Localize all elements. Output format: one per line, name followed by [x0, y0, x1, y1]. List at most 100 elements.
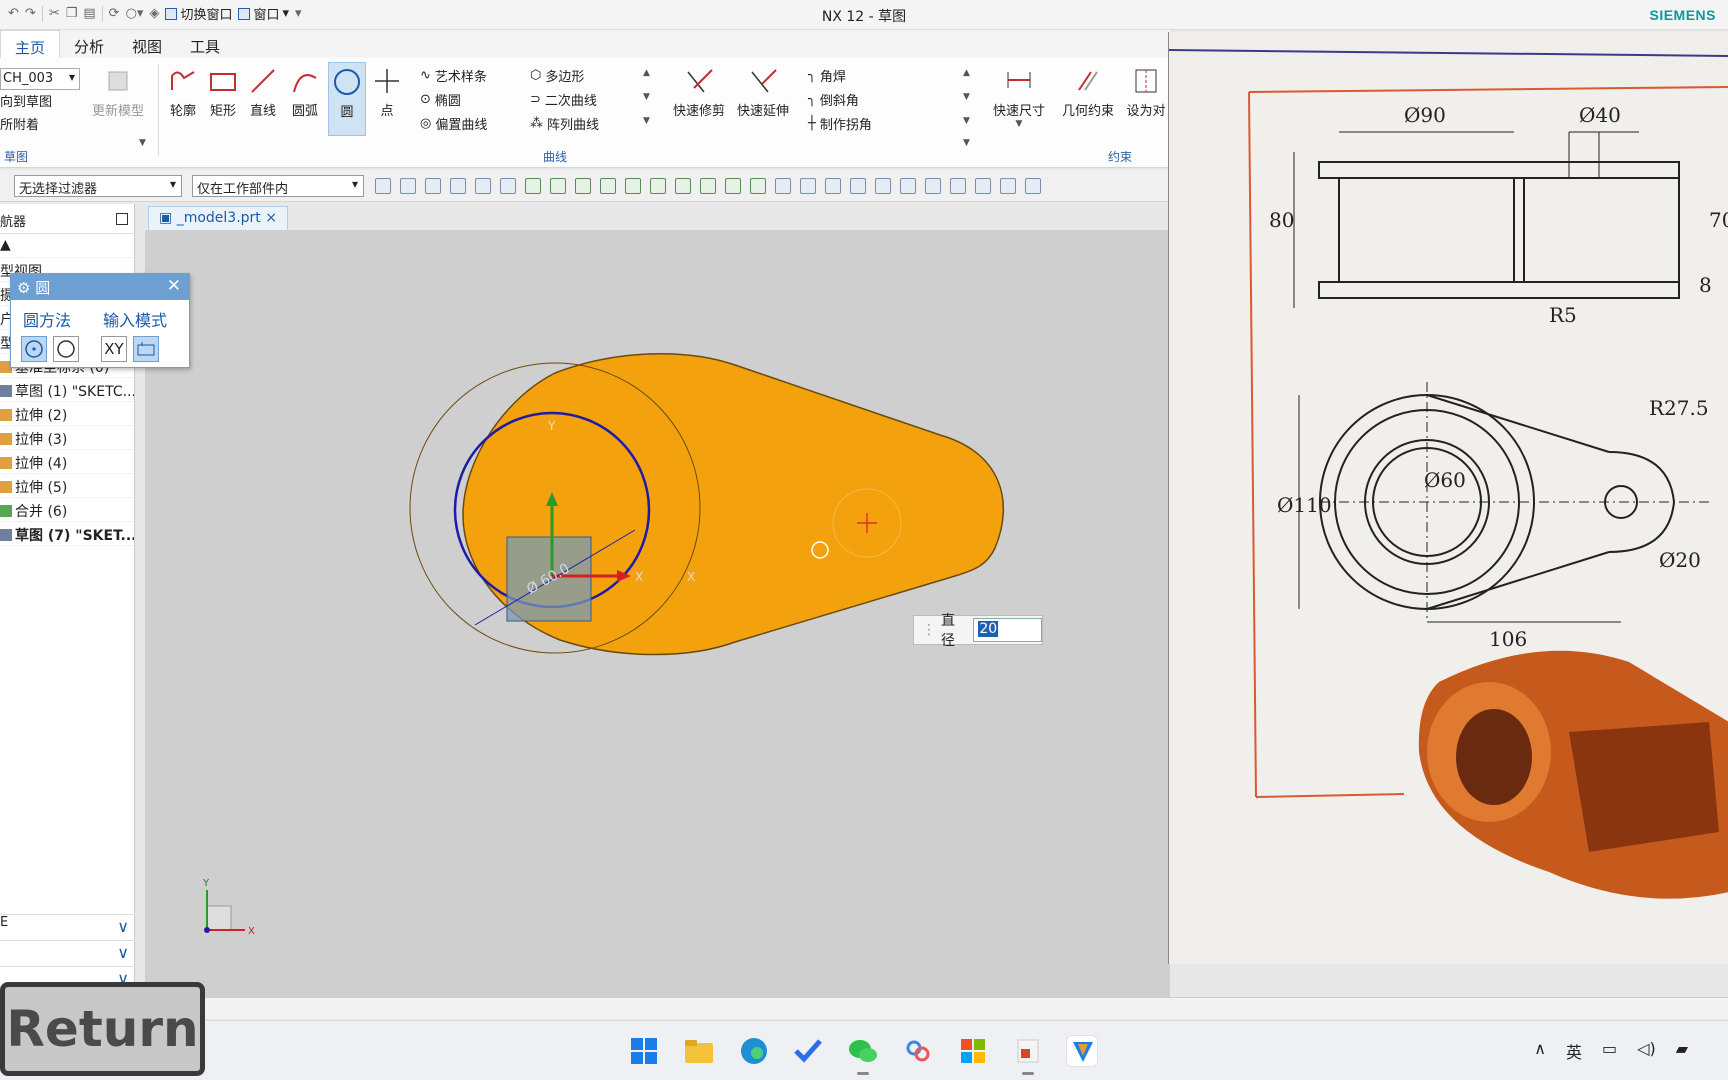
deselect-icon[interactable]	[400, 178, 416, 194]
navigator-row[interactable]: 拉伸 (4)	[0, 450, 134, 474]
sketch-name-select[interactable]: CH_003	[0, 68, 80, 90]
arc-center-icon[interactable]	[675, 178, 691, 194]
existing-point-icon[interactable]	[725, 178, 741, 194]
start-icon[interactable]	[628, 1035, 660, 1067]
rotate-view-icon[interactable]	[875, 178, 891, 194]
fit-view-icon[interactable]	[825, 178, 841, 194]
navigator-row[interactable]: 草图 (1) "SKETC...	[0, 378, 134, 402]
tab-view[interactable]: 视图	[118, 30, 176, 58]
solid-select-icon[interactable]	[475, 178, 491, 194]
arc-button[interactable]: 圆弧	[286, 62, 324, 136]
expand-chevron-icon[interactable]: ∨	[117, 943, 129, 962]
coordinate-mode-button[interactable]: XY	[101, 336, 127, 362]
pan-view-icon[interactable]	[900, 178, 916, 194]
circle-button[interactable]: 圆	[328, 62, 366, 136]
layout-icon[interactable]	[950, 178, 966, 194]
bounded-grid-icon[interactable]	[775, 178, 791, 194]
scroll-up-icon[interactable]: ▲	[643, 68, 650, 78]
corner-scroll-down-icon[interactable]: ▼	[963, 92, 970, 102]
selection-filter-select[interactable]: 无选择过滤器	[14, 175, 182, 197]
navigator-footer-1[interactable]: E ∨	[0, 914, 135, 940]
three-point-circle-button[interactable]	[53, 336, 79, 362]
navigator-row[interactable]: 拉伸 (2)	[0, 402, 134, 426]
rect-select-icon[interactable]	[450, 178, 466, 194]
control-point-icon[interactable]	[600, 178, 616, 194]
navigator-row[interactable]: 合并 (6)	[0, 498, 134, 522]
studio-spline-button[interactable]: ∿ 艺术样条	[420, 66, 487, 85]
volume-icon[interactable]: ◁)	[1637, 1039, 1656, 1063]
return-button[interactable]: Return	[0, 982, 205, 1076]
select-tool-icon[interactable]	[375, 178, 391, 194]
quick-extend-button[interactable]: 快速延伸	[732, 62, 794, 136]
pattern-curve-button[interactable]: ⁂ 阵列曲线	[530, 114, 599, 133]
shaded-icon[interactable]	[1000, 178, 1016, 194]
end-point-icon[interactable]	[550, 178, 566, 194]
fillet-button[interactable]: ╮ 角焊	[808, 66, 846, 85]
quick-dimension-button[interactable]: 快速尺寸 ▼	[988, 62, 1050, 136]
corner-scroll-up-icon[interactable]: ▲	[963, 68, 970, 78]
attach-command[interactable]: 所附着	[0, 114, 39, 133]
collapse-up-icon[interactable]: ▲	[0, 237, 11, 253]
navigator-collapse-row[interactable]: ▲	[0, 234, 134, 258]
expand-gallery-icon[interactable]: ▼	[643, 116, 650, 126]
make-corner-button[interactable]: ┼ 制作拐角	[808, 114, 872, 133]
chamfer-button[interactable]: ╮ 倒斜角	[808, 90, 859, 109]
navigator-row[interactable]: 草图 (7) "SKET...	[0, 522, 134, 546]
tab-tools[interactable]: 工具	[176, 30, 234, 58]
sheet-select-icon[interactable]	[800, 178, 816, 194]
quick-trim-button[interactable]: 快速修剪	[668, 62, 730, 136]
point-on-curve-icon[interactable]	[750, 178, 766, 194]
profile-button[interactable]: 轮廓	[164, 62, 202, 136]
diameter-input[interactable]: 20	[973, 618, 1042, 642]
cloud-app-icon[interactable]	[902, 1035, 934, 1067]
intersection-icon[interactable]	[625, 178, 641, 194]
mid-point-icon[interactable]	[575, 178, 591, 194]
network-icon[interactable]: ▭	[1602, 1039, 1617, 1063]
snap-points-icon[interactable]	[525, 178, 541, 194]
point-button[interactable]: 点	[368, 62, 406, 136]
update-model-button[interactable]: 更新模型	[88, 62, 148, 136]
polygon-button[interactable]: ⬡ 多边形	[530, 66, 584, 85]
center-diameter-button[interactable]	[21, 336, 47, 362]
selection-scope-select[interactable]: 仅在工作部件内	[192, 175, 364, 197]
tab-home[interactable]: 主页	[0, 30, 61, 58]
sketch-group-menu-icon[interactable]: ▼	[139, 138, 146, 148]
close-icon[interactable]: ✕	[167, 276, 181, 296]
file-explorer-icon[interactable]	[683, 1035, 715, 1067]
powerpoint-icon[interactable]	[1012, 1035, 1044, 1075]
expand-chevron-icon[interactable]: ∨	[117, 917, 129, 936]
orient-view-icon[interactable]	[925, 178, 941, 194]
tab-analysis[interactable]: 分析	[60, 30, 118, 58]
gear-icon[interactable]: ⚙	[17, 279, 30, 297]
nx-app-icon[interactable]	[1066, 1035, 1098, 1067]
rectangle-button[interactable]: 矩形	[204, 62, 242, 136]
tab-close-icon[interactable]: ×	[265, 210, 277, 226]
wechat-icon[interactable]	[847, 1035, 879, 1075]
navigator-row[interactable]: 拉伸 (5)	[0, 474, 134, 498]
geometric-constraints-button[interactable]: 几何约束	[1056, 62, 1120, 136]
part-file-tab[interactable]: ▣ _model3.prt ×	[148, 206, 288, 230]
maximize-icon[interactable]	[116, 213, 128, 225]
navigator-footer-2[interactable]: ∨	[0, 940, 135, 966]
set-symmetric-button[interactable]: 设为对	[1122, 62, 1170, 136]
zoom-view-icon[interactable]	[850, 178, 866, 194]
battery-icon[interactable]: ▰	[1676, 1039, 1688, 1063]
edge-display-icon[interactable]	[1025, 178, 1041, 194]
graphics-window[interactable]: Ø 60.0 X X Y Y X	[145, 230, 1170, 997]
filter-options-icon[interactable]	[425, 178, 441, 194]
offset-curve-button[interactable]: ◎ 偏置曲线	[420, 114, 487, 133]
parameter-mode-button[interactable]	[133, 336, 159, 362]
ellipse-button[interactable]: ⊙ 椭圆	[420, 90, 461, 109]
quadrant-icon[interactable]	[700, 178, 716, 194]
edge-browser-icon[interactable]	[738, 1035, 770, 1067]
render-style-icon[interactable]	[975, 178, 991, 194]
ime-indicator[interactable]: 英	[1566, 1039, 1582, 1063]
reattach-sketch-command[interactable]: 向到草图	[0, 91, 52, 110]
line-button[interactable]: 直线	[244, 62, 282, 136]
store-icon[interactable]	[957, 1035, 989, 1067]
chevron-up-icon[interactable]: ∧	[1534, 1039, 1546, 1063]
drag-handle-icon[interactable]: ⋮	[922, 622, 936, 638]
todo-icon[interactable]	[792, 1035, 824, 1067]
curve-snap-icon[interactable]	[650, 178, 666, 194]
corner-expand-icon[interactable]: ▼	[963, 116, 970, 126]
